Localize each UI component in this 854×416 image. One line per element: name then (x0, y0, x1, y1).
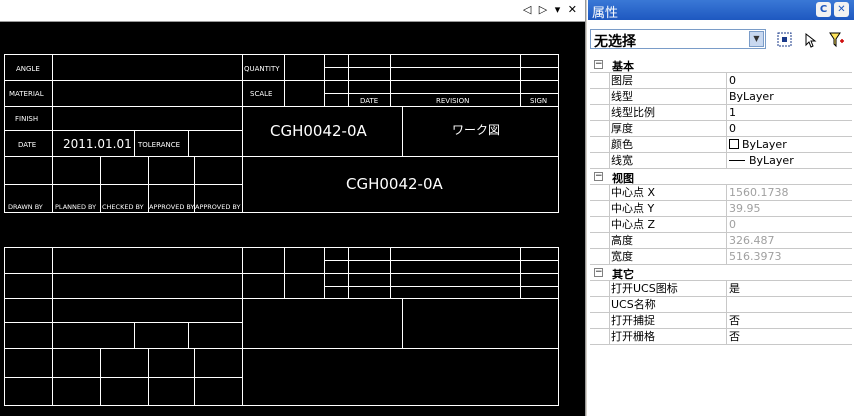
part-number-large: CGH0042-0A (346, 175, 444, 193)
property-row-height[interactable]: 高度 326.487 (590, 233, 852, 249)
collapse-icon[interactable]: − (594, 268, 603, 277)
canvas-tab-strip: ◁ ▷ ▾ ✕ (0, 0, 585, 22)
label-tolerance: TOLERANCE (137, 141, 180, 149)
label-approved-by-1: APPROVED BY (149, 203, 195, 211)
label-approved-by-2: APPROVED BY (195, 203, 241, 211)
property-row-layer[interactable]: 图层 0 (590, 73, 852, 89)
property-row-lineweight[interactable]: 线宽 ByLayer (590, 153, 852, 169)
property-grid: − 基本 图层 0 线型 ByLayer 线型比例 1 厚度 0 颜色 ByLa… (590, 57, 852, 345)
drawing-canvas[interactable]: ANGLE QUANTITY MATERIAL SCALE DATE REVIS… (0, 22, 585, 416)
selection-value: 无选择 (594, 34, 636, 50)
category-general[interactable]: − 基本 (590, 57, 852, 73)
collapse-icon[interactable]: − (594, 60, 603, 69)
label-date: DATE (18, 141, 36, 149)
title-block-drawing: ANGLE QUANTITY MATERIAL SCALE DATE REVIS… (4, 54, 559, 406)
property-row-ucs-icon-on[interactable]: 打开UCS图标 是 (590, 281, 852, 297)
close-icon[interactable]: ✕ (834, 2, 849, 17)
property-row-color[interactable]: 颜色 ByLayer (590, 137, 852, 153)
category-misc[interactable]: − 其它 (590, 265, 852, 281)
label-sign: SIGN (530, 97, 547, 105)
label-revision-date: DATE (360, 97, 378, 105)
date-value: 2011.01.01 (63, 137, 132, 151)
property-row-ucs-name[interactable]: UCS名称 (590, 297, 852, 313)
property-row-grid-on[interactable]: 打开栅格 否 (590, 329, 852, 345)
pin-icon[interactable]: C (816, 2, 831, 17)
palette-title-bar: 属性 C ✕ (588, 0, 854, 21)
property-row-linetype[interactable]: 线型 ByLayer (590, 89, 852, 105)
label-quantity: QUANTITY (244, 65, 280, 73)
label-drawn-by: DRAWN BY (8, 203, 43, 211)
palette-toolbar: 无选择 ▼ (588, 28, 854, 52)
quick-select-icon[interactable] (828, 31, 846, 49)
property-row-linetype-scale[interactable]: 线型比例 1 (590, 105, 852, 121)
chevron-down-icon[interactable]: ▼ (749, 31, 764, 47)
title-block-lines (4, 54, 559, 406)
property-row-center-z[interactable]: 中心点 Z 0 (590, 217, 852, 233)
label-planned-by: PLANNED BY (55, 203, 96, 211)
canvas-window-controls[interactable]: ◁ ▷ ▾ ✕ (523, 3, 579, 16)
part-number: CGH0042-0A (270, 122, 368, 140)
palette-title: 属性 (592, 6, 619, 21)
label-revision: REVISION (436, 97, 469, 105)
collapse-icon[interactable]: − (594, 172, 603, 181)
property-row-snap-on[interactable]: 打开捕捉 否 (590, 313, 852, 329)
property-row-width[interactable]: 宽度 516.3973 (590, 249, 852, 265)
select-objects-icon[interactable] (802, 31, 820, 49)
label-material: MATERIAL (9, 90, 44, 98)
selection-dropdown[interactable]: 无选择 ▼ (590, 29, 766, 50)
property-row-thickness[interactable]: 厚度 0 (590, 121, 852, 137)
property-row-center-x[interactable]: 中心点 X 1560.1738 (590, 185, 852, 201)
property-row-center-y[interactable]: 中心点 Y 39.95 (590, 201, 852, 217)
document-type: ワーク図 (452, 123, 500, 137)
color-swatch-icon (729, 139, 739, 149)
label-finish: FINISH (15, 115, 38, 123)
label-scale: SCALE (250, 90, 272, 98)
toggle-pickadd-icon[interactable] (776, 31, 794, 49)
lineweight-icon (729, 160, 745, 161)
category-view[interactable]: − 视图 (590, 169, 852, 185)
label-checked-by: CHECKED BY (102, 203, 144, 211)
properties-palette: 属性 C ✕ 无选择 ▼ − 基本 图层 0 线型 ByLayer 线型比例 1… (588, 0, 854, 416)
label-angle: ANGLE (16, 65, 40, 73)
